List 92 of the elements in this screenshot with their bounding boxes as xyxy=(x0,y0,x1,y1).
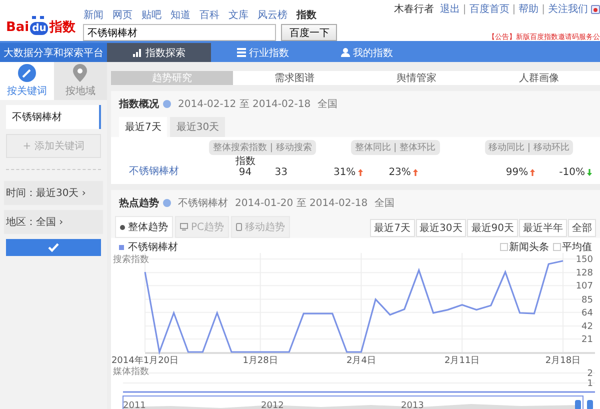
panel-title: 指数概况 xyxy=(119,98,159,111)
filter-dropdown[interactable]: 时间：最近30天 › xyxy=(4,181,103,205)
axis-label: 107 xyxy=(576,282,593,292)
nav-link[interactable]: 风云榜 xyxy=(257,8,288,22)
keyword-label: 不锈钢棒材 xyxy=(178,196,228,210)
index-label: 指数 xyxy=(235,157,256,168)
range-button[interactable]: 全部 xyxy=(568,219,596,237)
keyword-link[interactable]: 不锈钢棒材 xyxy=(119,164,232,178)
range-selector[interactable] xyxy=(122,396,584,409)
panel-title: 热点趋势 xyxy=(119,196,159,210)
axis-label: 2月11日 xyxy=(444,356,480,365)
confirm-button[interactable] xyxy=(6,239,101,256)
axis-label: 64 xyxy=(582,308,593,318)
region-label: 全国 xyxy=(374,197,395,210)
search-field[interactable]: 不锈钢棒材 xyxy=(83,24,276,41)
axis-label: 42 xyxy=(582,322,593,332)
range-button[interactable]: 最近30天 xyxy=(416,219,466,237)
axis-label: 85 xyxy=(582,295,593,306)
main-tab[interactable]: 指数探索 xyxy=(107,43,211,62)
weibo-icon[interactable] xyxy=(591,4,600,14)
header-link[interactable]: 百度首页 xyxy=(469,2,510,16)
header-link[interactable]: 帮助 xyxy=(518,2,539,16)
link-separator: | xyxy=(512,4,516,14)
date-range: 2014-02-12 至 2014-02-18 xyxy=(178,98,311,111)
sidebar-tab[interactable]: 按地域 xyxy=(54,62,107,100)
checkbox[interactable]: 新闻头条 xyxy=(500,240,549,254)
sub-tab[interactable]: 舆情管家 xyxy=(356,71,478,85)
help-icon[interactable] xyxy=(163,199,171,207)
header-link[interactable]: 退出 xyxy=(440,2,460,16)
main-tab[interactable]: 我的指数 xyxy=(315,43,419,62)
axis-label: 1月28日 xyxy=(242,356,278,365)
range-button[interactable]: 最近半年 xyxy=(519,219,567,237)
checkbox[interactable]: 平均值 xyxy=(553,240,592,254)
axis-title: 搜索指数 xyxy=(113,255,149,265)
sidebar-tab[interactable]: 按关键词 xyxy=(0,62,54,100)
nav-link[interactable]: 知道 xyxy=(170,8,190,22)
nav-link[interactable]: 网页 xyxy=(112,8,132,22)
axis-label: 21 xyxy=(582,334,593,345)
change-value: -10% xyxy=(559,167,592,178)
change-value: 99% xyxy=(506,167,536,178)
keyword-field[interactable]: 不锈钢棒材 xyxy=(6,105,101,129)
year-label: 2013 xyxy=(401,401,424,409)
link-separator: | xyxy=(462,4,466,14)
nav-link[interactable]: 百科 xyxy=(199,8,220,22)
index-value: 33 xyxy=(274,167,288,178)
change-value: 31% xyxy=(333,167,363,178)
nav-link[interactable]: 新闻 xyxy=(83,8,104,22)
year-label: 2012 xyxy=(261,401,284,409)
range-button[interactable]: 最近90天 xyxy=(467,219,518,237)
nav-link[interactable]: 文库 xyxy=(228,8,248,22)
axis-label: 2月4日 xyxy=(346,356,376,365)
phone-icon xyxy=(236,223,242,231)
map-pin-icon xyxy=(73,64,88,82)
axis-label: 2014年1月20日 xyxy=(111,356,179,365)
column-header: 整体搜索指数 | 移动搜索 xyxy=(209,140,316,155)
sub-tab[interactable]: 人群画像 xyxy=(478,71,600,85)
monitor-icon xyxy=(180,223,188,231)
axis-label: 128 xyxy=(576,268,593,279)
dot-icon xyxy=(120,224,125,230)
list-icon xyxy=(237,48,246,57)
help-icon[interactable] xyxy=(163,100,171,108)
trend-tab[interactable]: 整体趋势 xyxy=(115,216,173,238)
column-header: 整体同比 | 整体环比 xyxy=(350,140,440,155)
change-value: 23% xyxy=(388,167,418,178)
nav-link[interactable]: 贴吧 xyxy=(141,8,162,22)
index-value: 94 xyxy=(238,168,252,178)
username-link[interactable]: 木春行者 xyxy=(394,2,434,16)
sub-tab[interactable]: 需求图谱 xyxy=(233,71,356,85)
axis-label: 2 xyxy=(587,369,593,379)
range-button[interactable]: 最近7天 xyxy=(370,219,415,237)
main-tab[interactable]: 行业指数 xyxy=(211,43,315,62)
column-header: 移动同比 | 移动环比 xyxy=(484,140,574,155)
link-separator: | xyxy=(542,4,545,14)
pen-icon xyxy=(18,64,36,82)
user-icon xyxy=(341,48,350,57)
checkmark-icon xyxy=(48,243,59,252)
filter-dropdown[interactable]: 地区：全国 › xyxy=(4,210,103,234)
date-range: 2014-01-20 至 2014-02-18 xyxy=(235,197,368,210)
search-button[interactable]: 百度一下 xyxy=(281,24,338,41)
year-label: 2011 xyxy=(123,401,146,409)
nav-link[interactable]: 指数 xyxy=(296,8,316,22)
platform-title: 大数据分享和探索平台 xyxy=(0,43,107,62)
axis-label: 1 xyxy=(587,379,593,389)
region-label: 全国 xyxy=(318,98,338,111)
chart-legend[interactable]: 不锈钢棒材 xyxy=(119,240,178,254)
header-link[interactable]: 关注我们 xyxy=(548,2,588,16)
period-tab[interactable]: 最近30天 xyxy=(170,117,226,137)
period-tab[interactable]: 最近7天 xyxy=(119,117,168,137)
axis-label: 150 xyxy=(576,255,593,265)
bar-chart-icon xyxy=(132,48,142,57)
axis-label: 2月18日 xyxy=(545,356,581,365)
axis-title: 媒体指数 xyxy=(113,367,149,377)
